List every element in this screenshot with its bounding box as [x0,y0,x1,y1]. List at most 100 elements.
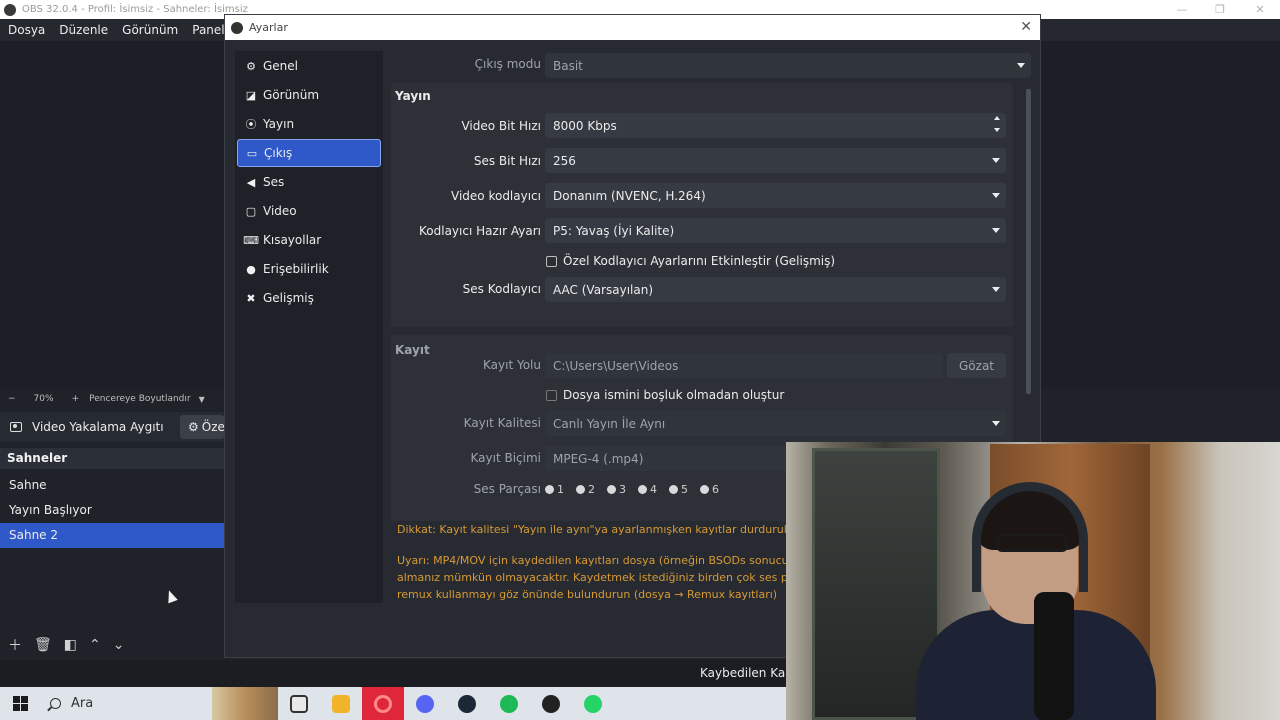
audio-track-number: 1 [557,483,564,496]
scenes-header: Sahneler [0,448,224,469]
chevron-down-icon [992,421,1000,426]
recording-path-value: C:\Users\User\Videos [553,358,679,373]
sidebar-item-label: Ses [263,175,285,189]
chevron-down-icon[interactable]: ▼ [199,395,205,404]
taskbar-search[interactable]: Ara [40,687,212,720]
video-encoder-select[interactable]: Donanım (NVENC, H.264) [545,183,1006,208]
maximize-icon[interactable]: ❐ [1200,0,1240,19]
encoder-preset-select[interactable]: P5: Yavaş (İyi Kalite) [545,218,1006,243]
sidebar-item-advanced[interactable]: ✖ Gelişmiş [237,284,381,312]
audio-track-option[interactable]: 3 [607,483,626,496]
recording-path-input[interactable]: C:\Users\User\Videos [545,353,943,378]
accessibility-icon: ● [246,262,256,276]
audio-bitrate-select[interactable]: 256 [545,148,1006,173]
menu-edit[interactable]: Düzenle [59,23,108,37]
recording-section-title: Kayıt [395,343,430,357]
minimize-icon[interactable]: — [1162,0,1202,19]
opera-icon[interactable] [362,687,404,720]
scene-item[interactable]: Sahne [0,473,224,498]
sidebar-item-audio[interactable]: ◀ Ses [237,168,381,196]
chevron-down-icon [992,158,1000,163]
scene-item-active[interactable]: Sahne 2 [0,523,224,548]
close-icon[interactable]: ✕ [1240,0,1280,19]
sidebar-item-label: Görünüm [263,88,320,102]
recording-quality-value: Canlı Yayın İle Aynı [553,416,666,431]
start-button[interactable] [0,687,40,720]
sidebar-item-appearance[interactable]: ◪ Görünüm [237,81,381,109]
chevron-down-icon [992,287,1000,292]
radio-icon [607,485,616,494]
radio-icon [669,485,678,494]
audio-track-option[interactable]: 6 [700,483,719,496]
encoder-preset-value: P5: Yavaş (İyi Kalite) [553,223,675,238]
output-mode-label: Çıkış modu [474,57,541,71]
audio-track-option[interactable]: 5 [669,483,688,496]
audio-encoder-label: Ses Kodlayıcı [462,282,541,296]
zoom-in-button[interactable]: + [72,394,80,404]
camera-icon [10,422,22,432]
audio-track-number: 6 [712,483,719,496]
spin-down-icon[interactable] [994,128,1000,132]
audio-track-option[interactable]: 1 [545,483,564,496]
zoom-bar: − 70% + Pencereye Boyutlandır ▼ [0,389,224,409]
close-icon[interactable]: ✕ [1020,19,1032,35]
steam-icon[interactable] [446,687,488,720]
obs-icon[interactable] [530,687,572,720]
gear-icon: ⚙ [188,420,199,434]
taskbar-search-placeholder: Ara [71,696,94,711]
sidebar-item-hotkeys[interactable]: ⌨ Kısayollar [237,226,381,254]
file-explorer-icon[interactable] [320,687,362,720]
audio-track-number: 4 [650,483,657,496]
remove-scene-icon[interactable]: 🗑 [34,637,52,653]
whatsapp-icon[interactable] [572,687,614,720]
move-up-icon[interactable]: ⌃ [89,637,101,653]
audio-bitrate-label: Ses Bit Hızı [473,154,541,168]
add-scene-icon[interactable]: ＋ [8,635,22,655]
scrollbar[interactable] [1026,89,1031,394]
audio-track-option[interactable]: 2 [576,483,595,496]
settings-sidebar: ⚙ Genel ◪ Görünüm ⦿ Yayın ▭ Çıkış ◀ Ses … [235,51,383,603]
video-bitrate-value: 8000 Kbps [553,118,617,133]
sidebar-item-accessibility[interactable]: ● Erişebilirlik [237,255,381,283]
custom-encoder-checkbox[interactable] [546,256,557,267]
properties-button[interactable]: ⚙ Öze [180,415,225,439]
settings-titlebar: Ayarlar ✕ [225,15,1040,40]
sidebar-item-output[interactable]: ▭ Çıkış [237,139,381,167]
audio-encoder-select[interactable]: AAC (Varsayılan) [545,277,1006,302]
spotify-icon[interactable] [488,687,530,720]
scene-toolbar: ＋ 🗑 ◧ ⌃ ⌄ [0,632,224,658]
sidebar-item-video[interactable]: ▢ Video [237,197,381,225]
video-encoder-label: Video kodlayıcı [451,189,541,203]
obs-logo-icon [4,3,16,16]
recording-format-label: Kayıt Biçimi [470,451,542,465]
sidebar-item-general[interactable]: ⚙ Genel [237,52,381,80]
no-space-filename-checkbox[interactable] [546,390,557,401]
browse-button[interactable]: Gözat [947,353,1006,378]
discord-icon[interactable] [404,687,446,720]
zoom-level: 70% [33,394,54,404]
recording-quality-select[interactable]: Canlı Yayın İle Aynı [545,411,1006,436]
audio-track-number: 5 [681,483,688,496]
output-mode-select[interactable]: Basit [545,53,1031,78]
scene-filters-icon[interactable]: ◧ [64,637,77,653]
move-down-icon[interactable]: ⌄ [113,637,125,653]
audio-track-number: 3 [619,483,626,496]
zoom-out-button[interactable]: − [8,394,16,404]
sidebar-item-label: Video [263,204,297,218]
webcam-overlay [786,442,1280,720]
radio-icon [700,485,709,494]
scene-item[interactable]: Yayın Başlıyor [0,498,224,523]
sidebar-item-stream[interactable]: ⦿ Yayın [237,110,381,138]
broadcast-icon: ⦿ [245,118,257,131]
fit-to-window-option[interactable]: Pencereye Boyutlandır [89,394,190,404]
recording-format-value: MPEG-4 (.mp4) [553,451,644,466]
task-view-icon[interactable] [278,687,320,720]
menu-file[interactable]: Dosya [8,23,45,37]
keyboard-icon: ⌨ [243,233,259,247]
video-bitrate-spinbox[interactable]: 8000 Kbps [545,113,1006,138]
radio-icon [545,485,554,494]
audio-track-option[interactable]: 4 [638,483,657,496]
audio-track-label: Ses Parçası [473,482,541,496]
menu-view[interactable]: Görünüm [122,23,178,37]
spin-up-icon[interactable] [994,116,1000,120]
